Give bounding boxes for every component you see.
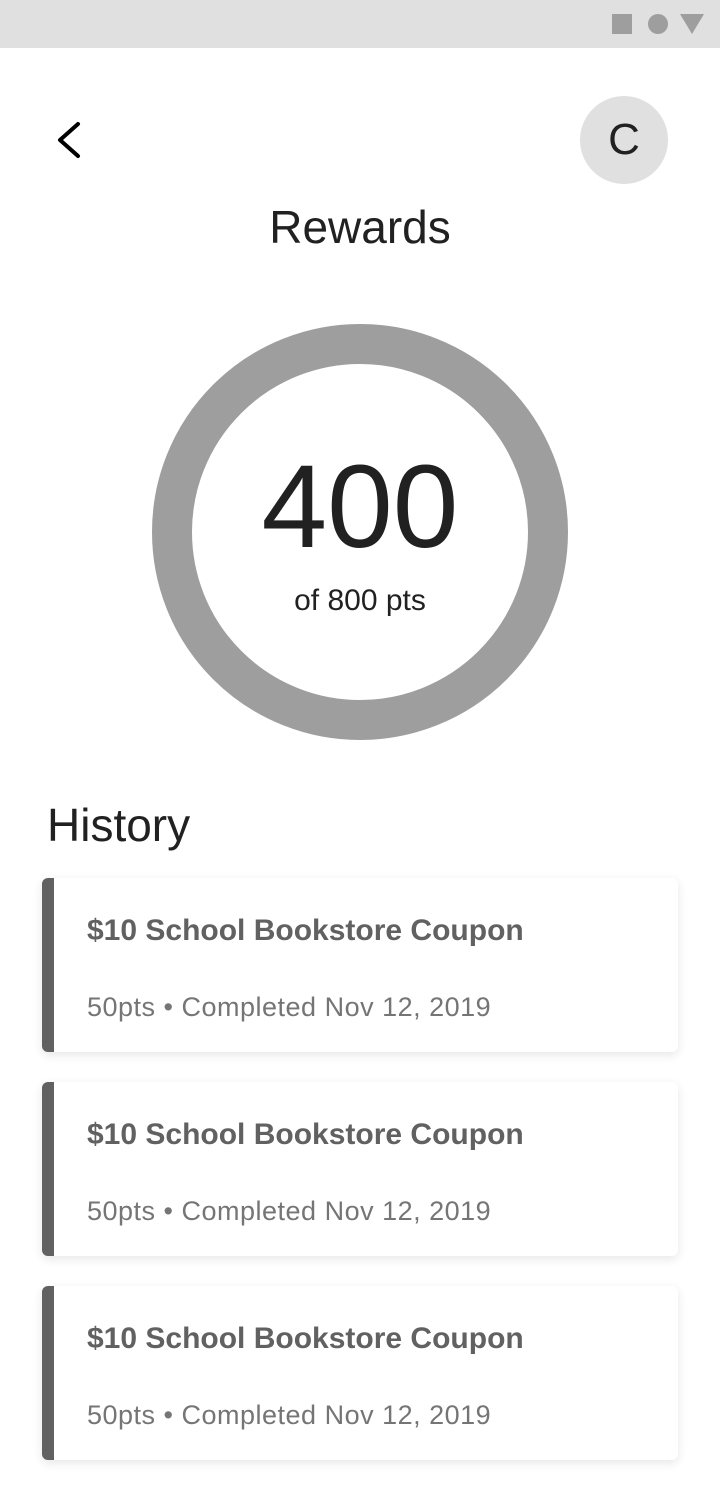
points-caption: of 800 pts (294, 584, 426, 617)
status-bar (0, 0, 720, 48)
history-item[interactable]: $10 School Bookstore Coupon 50pts • Comp… (42, 1082, 678, 1256)
history-item-title: $10 School Bookstore Coupon (87, 914, 524, 947)
history-list: $10 School Bookstore Coupon 50pts • Comp… (42, 878, 678, 1490)
history-item-title: $10 School Bookstore Coupon (87, 1118, 524, 1151)
square-icon (612, 14, 632, 34)
points-value: 400 (261, 441, 459, 573)
history-item-title: $10 School Bookstore Coupon (87, 1322, 524, 1355)
history-item-meta: 50pts • Completed Nov 12, 2019 (87, 1400, 492, 1430)
history-item-meta: 50pts • Completed Nov 12, 2019 (87, 992, 492, 1022)
back-button[interactable] (42, 108, 98, 172)
page-title: Rewards (269, 201, 451, 253)
history-item[interactable]: $10 School Bookstore Coupon 50pts • Comp… (42, 878, 678, 1052)
triangle-icon (680, 14, 704, 34)
circle-icon (648, 14, 668, 34)
avatar[interactable]: C (580, 96, 668, 184)
history-item[interactable]: $10 School Bookstore Coupon 50pts • Comp… (42, 1286, 678, 1460)
history-item-meta: 50pts • Completed Nov 12, 2019 (87, 1196, 492, 1226)
chevron-left-icon (58, 122, 80, 158)
history-title: History (47, 799, 191, 851)
